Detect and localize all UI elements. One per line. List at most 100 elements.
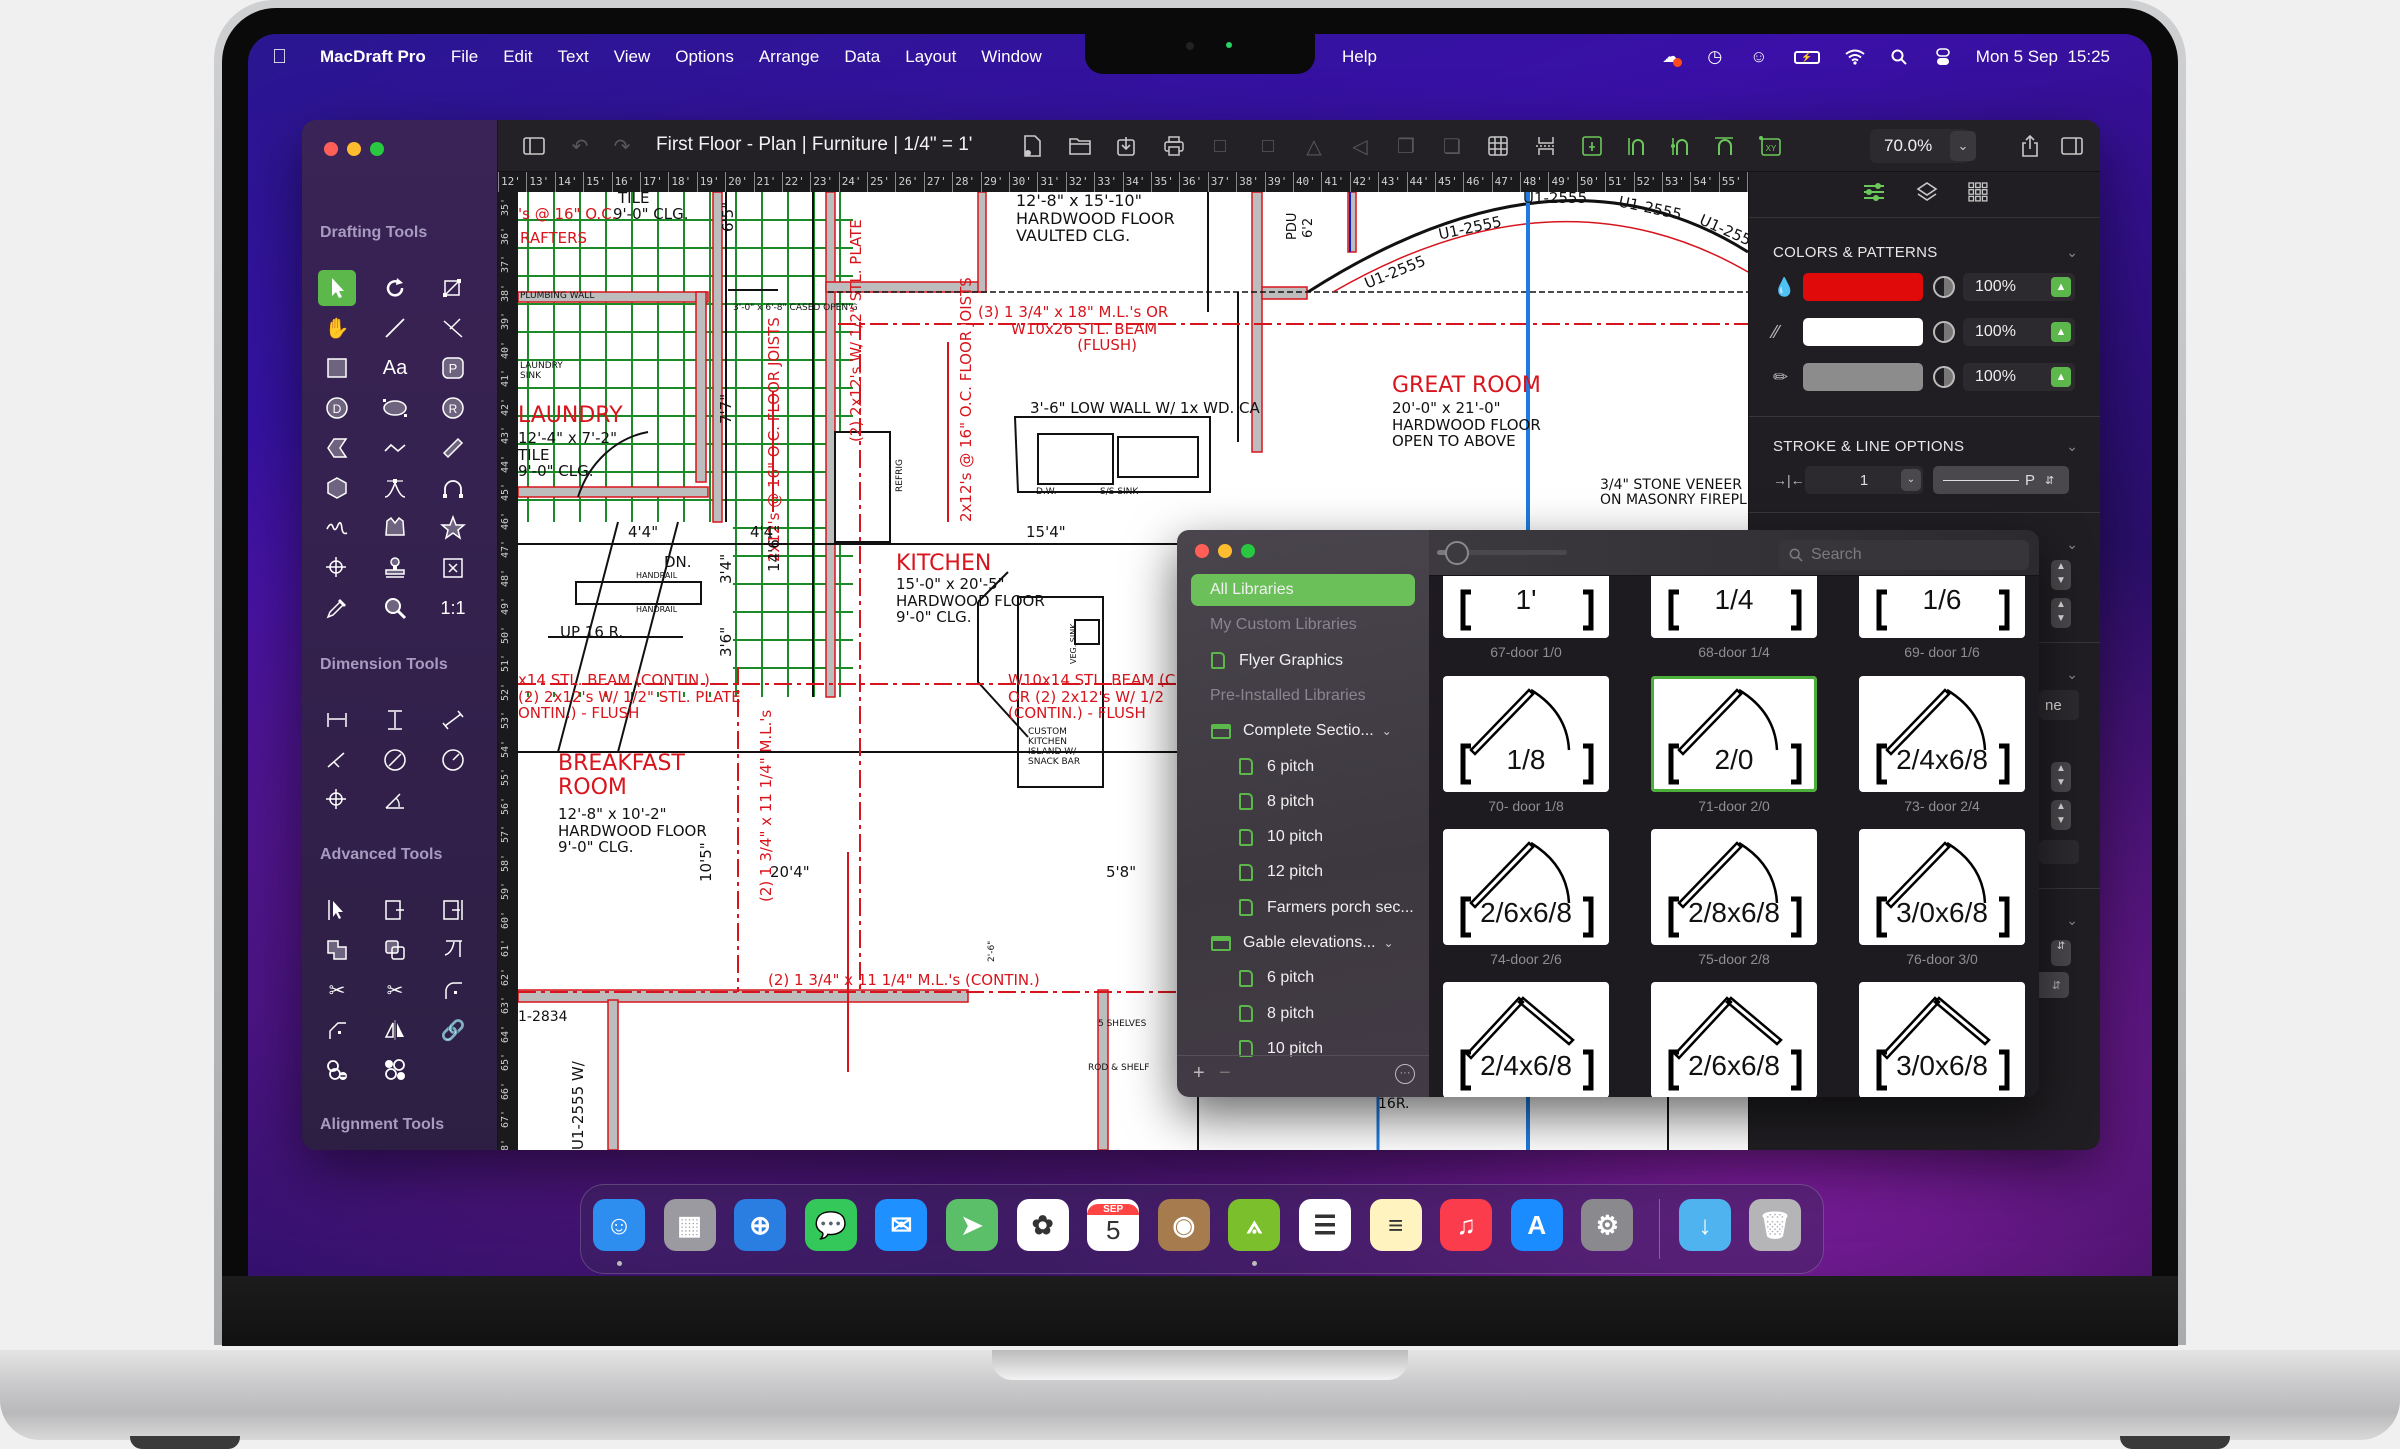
sidebar-toggle-icon[interactable] (520, 132, 548, 160)
dock-app-reminders[interactable]: ☰ (1299, 1199, 1351, 1251)
close-button[interactable] (324, 142, 338, 156)
snap-to-point-icon[interactable] (1666, 132, 1694, 160)
dock-app-safari[interactable]: ⊕ (734, 1199, 787, 1251)
dock-app-contacts[interactable]: ◉ (1157, 1199, 1210, 1251)
chamfer-tool[interactable] (318, 1012, 356, 1048)
bring-front-icon[interactable]: ❐ (1392, 132, 1420, 160)
menu-view[interactable]: View (614, 47, 651, 67)
more-options-icon[interactable]: ··· (1395, 1064, 1415, 1084)
menu-file[interactable]: File (451, 47, 478, 67)
menu-window[interactable]: Window (981, 47, 1041, 67)
ellipse-tool[interactable] (376, 390, 414, 426)
user-icon[interactable]: ☺ (1748, 46, 1770, 68)
dock-app-launchpad[interactable]: ▦ (663, 1199, 716, 1251)
unlink-tool[interactable] (318, 1052, 356, 1088)
snap-to-object-icon[interactable] (1622, 132, 1650, 160)
flip-vertical-icon[interactable]: ◁ (1346, 132, 1374, 160)
option-field[interactable] (2039, 840, 2079, 864)
vertical-dimension-tool[interactable] (376, 702, 414, 738)
dock-app-notes[interactable]: ≡ (1369, 1199, 1422, 1251)
mirror-tool[interactable] (376, 1012, 414, 1048)
menu-arrange[interactable]: Arrange (759, 47, 819, 67)
pen-eyedropper-button[interactable]: ▲ (2051, 367, 2071, 387)
polygon-p-tool[interactable]: P (434, 350, 472, 386)
menu-options[interactable]: Options (675, 47, 734, 67)
dock-trash[interactable]: 🗑 (1749, 1199, 1801, 1251)
print-icon[interactable] (1160, 132, 1188, 160)
selection-tool[interactable] (318, 270, 356, 306)
inspector-toggle-icon[interactable] (2058, 132, 2086, 160)
fill-opacity-field[interactable]: 100% ▲ (1963, 273, 2075, 301)
scissors-multiple-tool[interactable]: ✂ (376, 972, 414, 1008)
stroke-width-dropdown[interactable]: ⌄ (1901, 469, 1921, 491)
line-style-dropdown[interactable]: P ⇵ (1933, 466, 2069, 494)
layers-icon[interactable] (1916, 181, 1938, 208)
snap-to-grid-icon[interactable] (1578, 132, 1606, 160)
link-tool[interactable]: 🔗 (434, 1012, 472, 1048)
style-sliders-icon[interactable] (1862, 181, 1886, 208)
battery-charging-icon[interactable]: ⚡ (1792, 46, 1822, 68)
dock-app-mail[interactable]: ✉ (875, 1199, 928, 1251)
library-item[interactable]: 8 pitch (1191, 786, 1415, 818)
eyedropper-tool[interactable] (318, 590, 356, 626)
dock-app-music[interactable]: ♫ (1440, 1199, 1493, 1251)
clock[interactable]: Mon 5 Sep 15:25 (1976, 47, 2110, 67)
library-item[interactable]: 10 pitch (1191, 821, 1415, 853)
perpendicular-dimension-tool[interactable] (318, 742, 356, 778)
rectangle-tool[interactable] (318, 350, 356, 386)
library-item[interactable]: All Libraries (1191, 574, 1415, 606)
section-chevron-icon[interactable]: ⌄ (2066, 536, 2078, 553)
remove-library-icon[interactable]: − (1219, 1062, 1231, 1085)
dock-app-system-preferences[interactable]: ⚙ (1581, 1199, 1634, 1251)
share-icon[interactable] (2016, 132, 2044, 160)
dock-app-maps[interactable]: ➤ (946, 1199, 998, 1251)
add-library-icon[interactable]: + (1193, 1062, 1205, 1085)
library-item-thumbnail[interactable]: 2/4x6/8 (1443, 982, 1609, 1097)
library-item-thumbnail[interactable]: 2/8x6/8 (1651, 829, 1817, 945)
menu-data[interactable]: Data (844, 47, 880, 67)
angle-dimension-tool[interactable] (376, 782, 414, 818)
diameter-dimension-tool[interactable] (376, 742, 414, 778)
magnifier-tool[interactable] (376, 590, 414, 626)
center-dimension-tool[interactable] (318, 782, 356, 818)
grid-table-icon[interactable] (1484, 132, 1512, 160)
menu-app-name[interactable]: MacDraft Pro (320, 47, 426, 67)
unlink-all-tool[interactable] (376, 1052, 414, 1088)
open-folder-icon[interactable] (1066, 132, 1094, 160)
library-item-thumbnail[interactable]: 1' (1443, 576, 1609, 638)
library-folder[interactable]: Gable elevations... ⌄ (1191, 927, 1415, 959)
freehand-tool[interactable] (318, 510, 356, 546)
dock-app-photos[interactable]: ✿ (1016, 1199, 1069, 1251)
value-stepper[interactable]: ▲ ▼ (2051, 598, 2071, 628)
polyline-tool[interactable] (376, 430, 414, 466)
library-item-thumbnail[interactable]: 1/6 (1859, 576, 2025, 638)
attach-left-tool[interactable] (376, 892, 414, 928)
minimize-button[interactable] (347, 142, 361, 156)
radius-dimension-tool[interactable] (434, 742, 472, 778)
rotate-tool[interactable] (376, 270, 414, 306)
circle-diameter-tool[interactable]: D (318, 390, 356, 426)
library-item[interactable]: 6 pitch (1191, 751, 1415, 783)
fill-eyedropper-button[interactable]: ▲ (2051, 277, 2071, 297)
menu-text[interactable]: Text (558, 47, 589, 67)
actual-size-tool[interactable]: 1:1 (434, 590, 472, 626)
fill-color-swatch[interactable] (1803, 273, 1923, 301)
spotlight-search-icon[interactable] (1888, 46, 1910, 68)
regular-polygon-tool[interactable] (318, 470, 356, 506)
menu-edit[interactable]: Edit (503, 47, 532, 67)
menu-layout[interactable]: Layout (905, 47, 956, 67)
library-zoom-button[interactable] (1241, 544, 1255, 558)
hand-tool[interactable]: ✋ (318, 310, 356, 346)
library-folder[interactable]: Complete Sectio... ⌄ (1191, 715, 1415, 747)
dock-app-macdraft-pro[interactable]: ⟑ (1228, 1199, 1281, 1251)
arc-tool[interactable] (434, 470, 472, 506)
creative-cloud-icon[interactable]: ☁ (1660, 46, 1682, 68)
perpendicular-line-tool[interactable] (434, 310, 472, 346)
intersect-tool[interactable] (376, 932, 414, 968)
section-chevron-icon[interactable]: ⌄ (2066, 912, 2078, 929)
control-center-icon[interactable] (1932, 46, 1954, 68)
arrow-shape-tool[interactable] (318, 430, 356, 466)
library-item-thumbnail[interactable]: 1/8 (1443, 676, 1609, 792)
thumbnail-size-slider-knob[interactable] (1444, 541, 1469, 565)
pen-color-swatch[interactable] (1803, 363, 1923, 391)
